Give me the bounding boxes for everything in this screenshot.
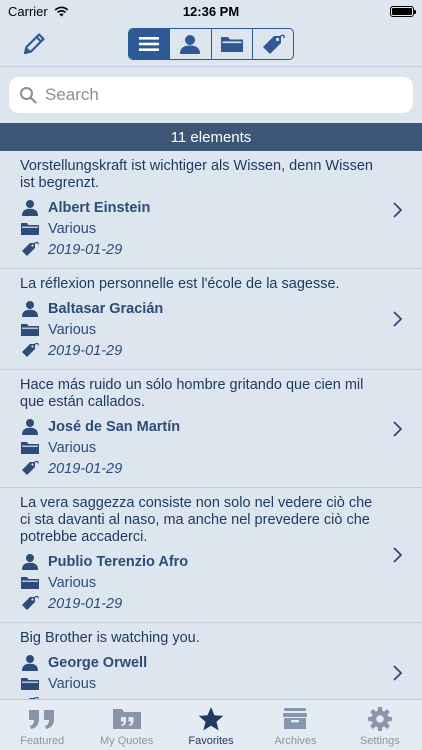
folder-icon [20,574,40,592]
view-mode-selector [128,28,294,60]
category-name: Various [48,321,97,338]
status-left: Carrier [8,4,69,19]
category-name: Various [48,574,97,591]
chevron-right-icon [393,201,403,218]
element-count: 11 elements [0,123,422,151]
date-line: 2019-01-29 [20,239,374,260]
star-icon [198,707,224,731]
person-icon [20,654,40,672]
battery-icon [390,5,416,17]
author-line: Albert Einstein [20,197,374,218]
date-value: 2019-01-29 [48,595,123,612]
search-icon [20,87,37,104]
search-input[interactable] [45,85,385,105]
author-line: George Orwell [20,652,374,673]
quote-text: La réflexion personnelle est l'école de … [20,276,340,292]
category-name: Various [48,220,97,237]
pencil-icon [23,33,45,55]
author-line: José de San Martín [20,416,374,437]
toolbar [0,22,422,66]
tab-settings[interactable]: Settings [338,700,422,750]
seg-list[interactable] [129,29,171,59]
tab-favorites[interactable]: Favorites [169,700,253,750]
date-line: 2019-01-29 [20,340,374,361]
tag-icon [20,342,40,360]
tag-icon [20,595,40,613]
date-value: 2019-01-29 [48,460,123,477]
edit-button[interactable] [20,30,48,58]
carrier-label: Carrier [8,3,48,19]
seg-categories[interactable] [212,29,253,59]
author-line: Publio Terenzio Afro [20,551,374,572]
seg-authors[interactable] [170,29,212,59]
quote-text: Vorstellungskraft ist wichtiger als Wiss… [20,158,373,191]
person-icon [20,300,40,318]
category-name: Various [48,439,97,456]
tag-icon [20,241,40,259]
list-item[interactable]: La vera saggezza consiste non solo nel v… [0,488,422,623]
tab-label: Favorites [188,735,234,747]
search-box[interactable] [9,77,413,113]
quote-text: Hace más ruido un sólo hombre gritando q… [20,377,364,410]
person-icon [180,35,201,54]
folder-icon [20,220,40,238]
gear-icon [367,707,392,731]
tab-bar: Featured My Quotes Favorites Archives Se… [0,699,422,750]
category-line: Various [20,319,374,340]
folder-icon [20,439,40,457]
list-item[interactable]: Hace más ruido un sólo hombre gritando q… [0,370,422,488]
chevron-right-icon [393,547,403,563]
list-item[interactable]: Vorstellungskraft ist wichtiger als Wiss… [0,151,422,269]
author-name: George Orwell [48,654,148,671]
tab-my-quotes[interactable]: My Quotes [84,700,168,750]
chevron-right-icon [393,665,403,681]
wifi-icon [54,6,69,16]
category-line: Various [20,572,374,593]
quote-text: La vera saggezza consiste non solo nel v… [20,495,373,545]
chevron-right-icon [393,311,403,327]
person-icon [20,553,40,571]
list-icon [139,37,160,51]
tab-featured[interactable]: Featured [0,700,84,750]
category-line: Various [20,218,374,239]
tab-label: Featured [20,735,65,747]
seg-tags[interactable] [253,29,293,59]
chevron-right-icon [393,420,403,437]
list-item[interactable]: Big Brother is watching you. George Orwe… [0,623,422,699]
date-value: 2019-01-29 [48,342,123,359]
status-bar: Carrier 12:36 PM [0,0,422,22]
author-name: Baltasar Gracián [48,300,164,317]
author-name: Albert Einstein [48,199,151,216]
tab-label: Settings [359,735,400,747]
tag-icon [262,34,285,54]
quote-text: Big Brother is watching you. [20,630,200,646]
tab-archives[interactable]: Archives [253,700,337,750]
category-name: Various [48,675,97,692]
category-line: Various [20,673,374,694]
tab-label: My Quotes [100,735,154,747]
person-icon [20,418,40,436]
author-name: Publio Terenzio Afro [48,553,189,570]
archive-box-icon [283,708,308,729]
author-name: José de San Martín [48,418,181,435]
author-line: Baltasar Gracián [20,298,374,319]
tag-icon [20,460,40,478]
quote-bubble-icon [112,709,141,729]
list-item[interactable]: La réflexion personnelle est l'école de … [0,269,422,370]
tab-label: Archives [274,735,317,747]
folder-icon [20,321,40,339]
folder-icon [20,675,40,693]
quote-list: Vorstellungskraft ist wichtiger als Wiss… [0,151,422,699]
date-line: 2019-01-29 [20,593,374,614]
search-area [0,66,422,122]
date-value: 2019-01-29 [48,241,123,258]
folder-icon [220,37,243,52]
quote-icon [29,710,55,729]
category-line: Various [20,437,374,458]
date-line: 2019-01-29 [20,458,374,479]
person-icon [20,199,40,217]
